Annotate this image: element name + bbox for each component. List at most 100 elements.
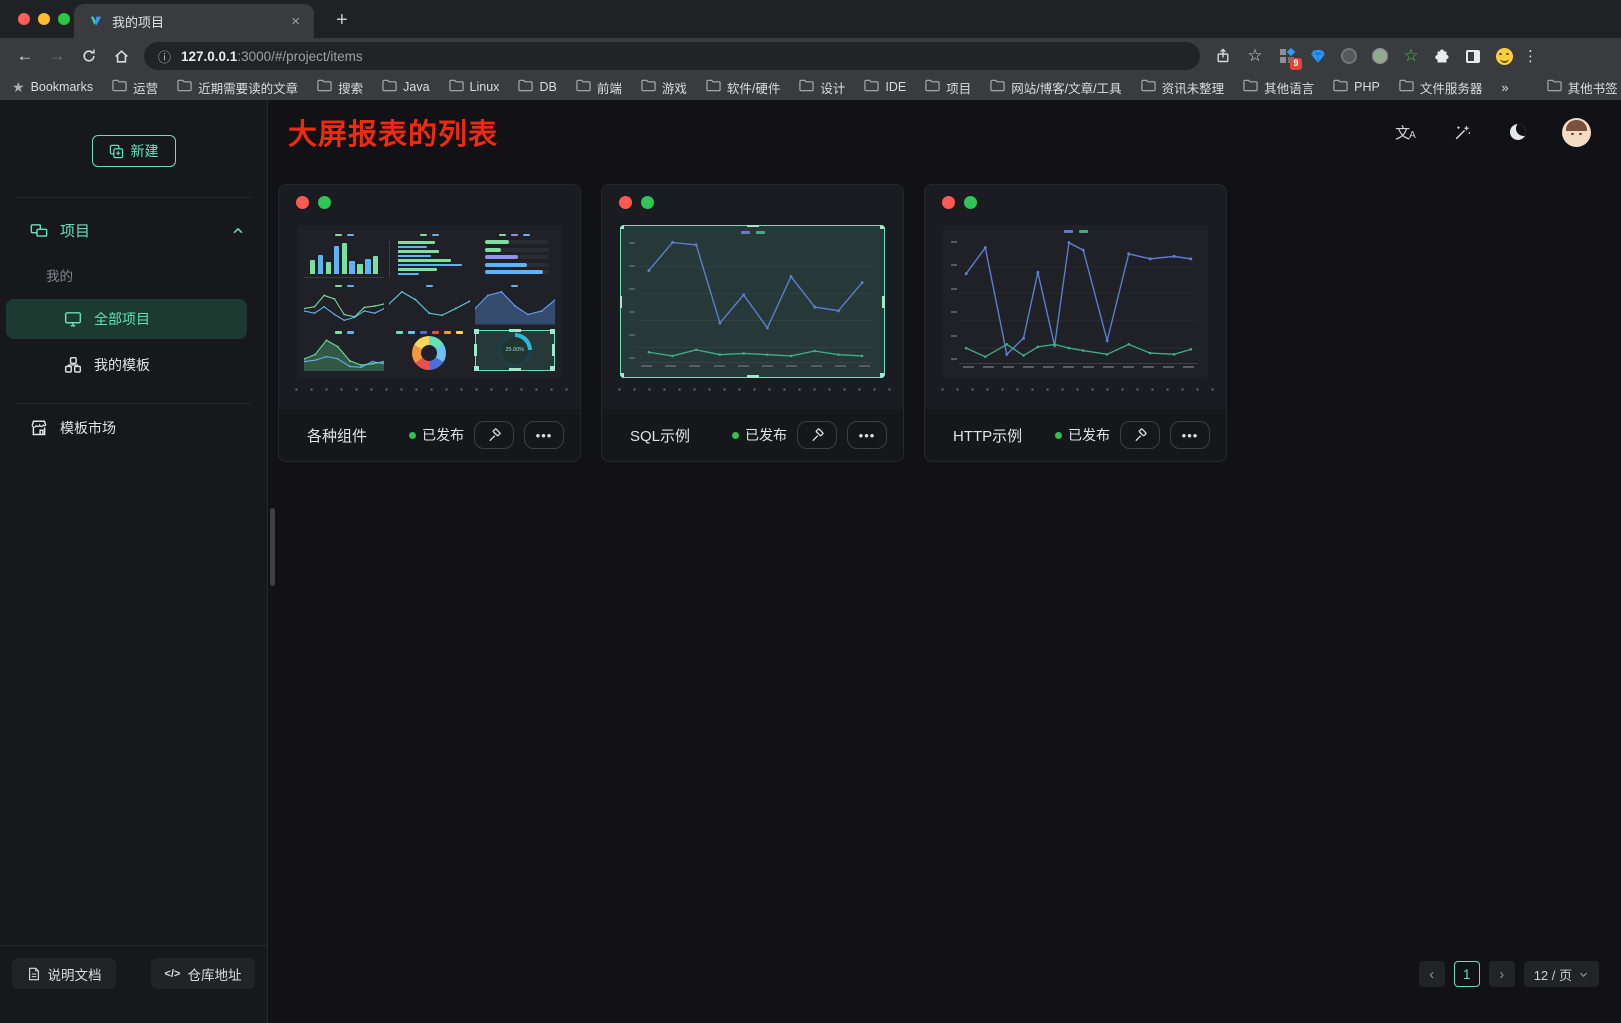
window-zoom-button[interactable] bbox=[58, 13, 70, 25]
reload-icon[interactable] bbox=[74, 42, 104, 70]
extension-puzzle-icon[interactable] bbox=[1431, 45, 1453, 67]
bookmarks-overflow-icon[interactable]: » bbox=[1501, 80, 1508, 95]
edit-hammer-button[interactable] bbox=[1120, 421, 1160, 449]
extension-ring-icon[interactable] bbox=[1369, 45, 1391, 67]
main-header: 大屏报表的列表 文A bbox=[268, 100, 1621, 164]
bookmark-folder[interactable]: 近期需要读的文章 bbox=[177, 78, 298, 97]
selection-handle[interactable] bbox=[880, 373, 885, 378]
more-actions-button[interactable]: ••• bbox=[847, 421, 887, 449]
home-icon[interactable] bbox=[106, 42, 136, 70]
user-avatar[interactable] bbox=[1562, 118, 1591, 147]
selection-handle[interactable] bbox=[474, 366, 479, 371]
language-icon[interactable]: 文A bbox=[1394, 120, 1418, 144]
dark-mode-moon-icon[interactable] bbox=[1506, 120, 1530, 144]
dotted-divider bbox=[289, 388, 570, 391]
bookmark-folder[interactable]: 搜索 bbox=[317, 78, 363, 97]
bookmark-folder[interactable]: 资讯未整理 bbox=[1141, 78, 1225, 97]
address-bar[interactable]: ⓘ 127.0.0.1:3000/#/project/items bbox=[144, 42, 1200, 70]
selection-handle[interactable] bbox=[880, 225, 885, 229]
extension-dark-circle-icon[interactable] bbox=[1338, 45, 1360, 67]
sidebar-section-project[interactable]: 项目 bbox=[0, 198, 267, 241]
selection-handle[interactable] bbox=[509, 329, 521, 332]
project-name: 各种组件 bbox=[307, 425, 367, 446]
bookmark-folder[interactable]: Java bbox=[382, 79, 429, 95]
selection-handle[interactable] bbox=[620, 296, 622, 308]
browser-tab-active[interactable]: 我的项目 × bbox=[74, 4, 314, 38]
bookmark-folder[interactable]: DB bbox=[518, 79, 556, 95]
new-project-button[interactable]: 新建 bbox=[92, 135, 176, 167]
extension-green-star-icon[interactable]: ☆ bbox=[1400, 45, 1422, 67]
selection-handle[interactable] bbox=[550, 366, 555, 371]
next-page-button[interactable]: › bbox=[1489, 961, 1515, 987]
bookmark-folder[interactable]: 前端 bbox=[576, 78, 622, 97]
bookmark-folder[interactable]: 项目 bbox=[925, 78, 971, 97]
bookmark-folder[interactable]: PHP bbox=[1333, 79, 1380, 95]
chart-legend bbox=[1064, 230, 1088, 233]
scrollbar-thumb[interactable] bbox=[270, 508, 275, 586]
extension-side-panel-icon[interactable] bbox=[1462, 45, 1484, 67]
mini-gauge-selected: 25.00% bbox=[475, 330, 555, 372]
bookmark-folder[interactable]: 其他语言 bbox=[1243, 78, 1314, 97]
mini-area-chart-green bbox=[304, 330, 384, 372]
project-thumbnail[interactable]: 25.00% bbox=[297, 225, 562, 378]
extension-emoji-icon[interactable] bbox=[1493, 45, 1515, 67]
bookmarks-root[interactable]: ★Bookmarks bbox=[12, 79, 93, 96]
folder-icon bbox=[1333, 79, 1348, 95]
selection-handle[interactable] bbox=[552, 344, 555, 356]
bookmark-folder[interactable]: 文件服务器 bbox=[1399, 78, 1483, 97]
project-thumbnail[interactable] bbox=[943, 225, 1208, 378]
extension-gem-icon[interactable] bbox=[1307, 45, 1329, 67]
bookmark-star-icon[interactable]: ☆ bbox=[1240, 42, 1270, 70]
tab-close-icon[interactable]: × bbox=[287, 12, 304, 31]
bookmark-folder[interactable]: IDE bbox=[864, 79, 906, 95]
project-card[interactable]: 25.00% 各种组件 已发布 ••• bbox=[278, 184, 581, 462]
bookmark-folder[interactable]: 运营 bbox=[112, 78, 158, 97]
bookmark-folder[interactable]: 网站/博客/文章/工具 bbox=[990, 78, 1121, 97]
gauge-value: 25.00% bbox=[506, 347, 525, 353]
back-icon[interactable]: ← bbox=[10, 42, 40, 70]
selection-handle[interactable] bbox=[474, 329, 479, 334]
selection-handle[interactable] bbox=[747, 375, 759, 378]
selection-handle[interactable] bbox=[509, 368, 521, 371]
repo-button[interactable]: </> 仓库地址 bbox=[151, 958, 255, 989]
bookmark-folder[interactable]: 软件/硬件 bbox=[706, 78, 780, 97]
selection-handle[interactable] bbox=[550, 329, 555, 334]
chevron-up-icon[interactable] bbox=[231, 224, 245, 238]
bookmark-folder[interactable]: 游戏 bbox=[641, 78, 687, 97]
status-dot bbox=[732, 432, 739, 439]
selection-handle[interactable] bbox=[747, 225, 759, 227]
bookmark-folder[interactable]: 设计 bbox=[799, 78, 845, 97]
edit-hammer-button[interactable] bbox=[797, 421, 837, 449]
page-size-select[interactable]: 12 / 页 bbox=[1524, 961, 1599, 987]
selection-handle[interactable] bbox=[882, 296, 885, 308]
window-minimize-button[interactable] bbox=[38, 13, 50, 25]
card-window-dots bbox=[942, 196, 977, 209]
other-bookmarks-folder[interactable]: 其他书签 bbox=[1547, 78, 1618, 97]
current-page-button[interactable]: 1 bbox=[1454, 961, 1480, 987]
project-thumbnail[interactable] bbox=[620, 225, 885, 378]
docs-button[interactable]: 说明文档 bbox=[12, 958, 116, 989]
extension-grid-icon[interactable]: 9 bbox=[1276, 45, 1298, 67]
browser-menu-icon[interactable]: ⋮ bbox=[1517, 47, 1544, 65]
project-card[interactable]: SQL示例 已发布 ••• bbox=[601, 184, 904, 462]
window-close-button[interactable] bbox=[18, 13, 30, 25]
bookmark-folder[interactable]: Linux bbox=[449, 79, 500, 95]
share-icon[interactable] bbox=[1208, 42, 1238, 70]
app-root: 新建 项目 我的 全部项目 bbox=[0, 100, 1621, 1023]
prev-page-button[interactable]: ‹ bbox=[1419, 961, 1445, 987]
selection-handle[interactable] bbox=[474, 344, 477, 356]
edit-hammer-button[interactable] bbox=[474, 421, 514, 449]
sidebar-item-template-market[interactable]: 模板市场 bbox=[0, 408, 267, 448]
site-info-icon[interactable]: ⓘ bbox=[158, 47, 171, 66]
sidebar-item-all-projects[interactable]: 全部项目 bbox=[6, 299, 247, 339]
forward-icon[interactable]: → bbox=[42, 42, 72, 70]
selection-handle[interactable] bbox=[620, 373, 624, 378]
new-tab-button[interactable]: + bbox=[328, 9, 356, 32]
line-chart-selected bbox=[620, 225, 885, 378]
more-actions-button[interactable]: ••• bbox=[524, 421, 564, 449]
more-actions-button[interactable]: ••• bbox=[1170, 421, 1210, 449]
project-card[interactable]: HTTP示例 已发布 ••• bbox=[924, 184, 1227, 462]
selection-handle[interactable] bbox=[620, 225, 624, 229]
magic-wand-icon[interactable] bbox=[1450, 120, 1474, 144]
sidebar-item-my-templates[interactable]: 我的模板 bbox=[6, 345, 247, 385]
